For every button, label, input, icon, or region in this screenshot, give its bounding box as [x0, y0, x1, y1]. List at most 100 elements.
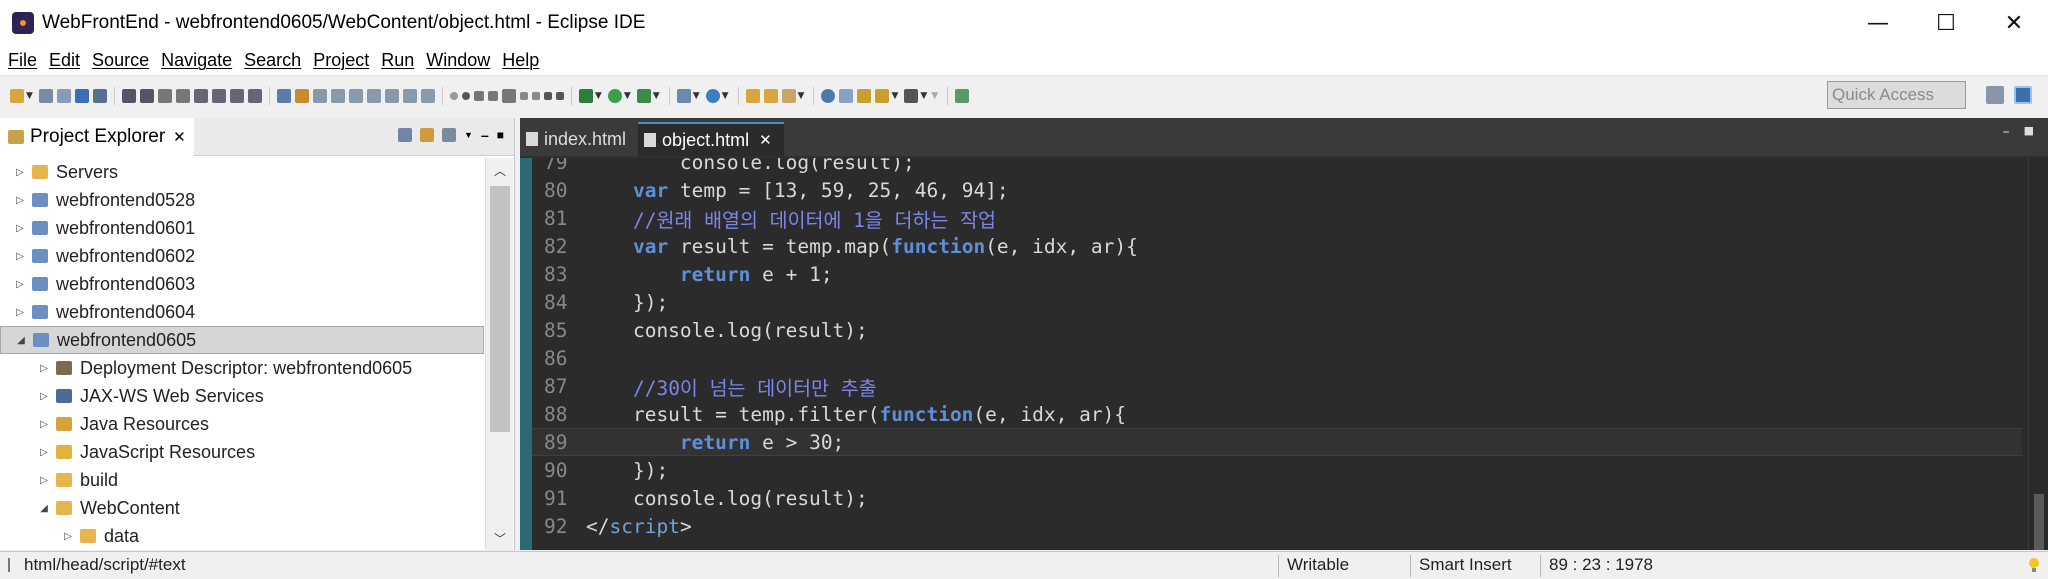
tree-item[interactable]: ▷ Deployment Descriptor: webfrontend0605: [0, 354, 484, 382]
expand-icon[interactable]: ▷: [14, 307, 26, 318]
tree-icon[interactable]: [348, 89, 363, 103]
resume-icon[interactable]: [121, 89, 136, 103]
maximize-view-icon[interactable]: ■: [497, 128, 504, 142]
code-line[interactable]: 84 });: [532, 288, 2022, 316]
tree-item[interactable]: ▷ build: [0, 466, 484, 494]
code-line[interactable]: 83 return e + 1;: [532, 260, 2022, 288]
tree-item[interactable]: ▷ webfrontend0604: [0, 298, 484, 326]
tree-item[interactable]: ▷ Servers: [0, 158, 484, 186]
external-tools-icon[interactable]: [636, 89, 651, 103]
expand-icon[interactable]: ▷: [38, 447, 50, 458]
scroll-down-icon[interactable]: ﹀: [486, 526, 514, 550]
tree-item[interactable]: ▷ webfrontend0603: [0, 270, 484, 298]
forward-dropdown-icon[interactable]: ▼: [920, 91, 927, 101]
new-server-dropdown-icon[interactable]: ▼: [693, 91, 700, 101]
forward-icon[interactable]: [904, 89, 919, 103]
expand-icon[interactable]: ▷: [38, 391, 50, 402]
expand-icon[interactable]: ▷: [14, 195, 26, 206]
expand-icon[interactable]: ▷: [14, 251, 26, 262]
collapse-icon[interactable]: ◢: [38, 503, 50, 514]
code-line[interactable]: 79 console.log(result);: [532, 158, 2022, 176]
outline-icon[interactable]: [276, 89, 291, 103]
code-line[interactable]: 81 //원래 배열의 데이터에 1을 더하는 작업: [532, 204, 2022, 232]
code-line[interactable]: 86: [532, 344, 2022, 372]
disconnect-icon[interactable]: [175, 89, 190, 103]
brush-icon[interactable]: [781, 89, 796, 103]
pin-editor-icon[interactable]: [955, 89, 970, 103]
open-perspective-icon[interactable]: [1986, 86, 2004, 104]
tree-item[interactable]: ▷ data: [0, 522, 484, 550]
skip-breakpoints-icon[interactable]: [92, 89, 107, 103]
new-class-dropdown-icon[interactable]: ▼: [722, 91, 729, 101]
code-line[interactable]: 85 console.log(result);: [532, 316, 2022, 344]
expand-icon[interactable]: ▷: [14, 167, 26, 178]
drop-to-frame-icon[interactable]: [247, 89, 262, 103]
shape-icon[interactable]: [555, 92, 564, 100]
save-icon[interactable]: [38, 89, 53, 103]
scrollbar-thumb[interactable]: [490, 186, 510, 432]
new-dropdown-icon[interactable]: ▼: [26, 91, 33, 101]
javaee-perspective-icon[interactable]: [2014, 86, 2032, 104]
save-all-icon[interactable]: [56, 89, 71, 103]
tree-item[interactable]: ▷ Java Resources: [0, 410, 484, 438]
close-button[interactable]: ✕: [1980, 0, 2048, 46]
menu-project[interactable]: Project: [313, 50, 369, 71]
tab-object-html[interactable]: object.html ✕: [638, 122, 784, 156]
run-dropdown-icon[interactable]: ▼: [624, 91, 631, 101]
link-with-editor-icon[interactable]: [420, 128, 435, 142]
minimize-button[interactable]: —: [1844, 0, 1912, 46]
step-into-icon[interactable]: [193, 89, 208, 103]
close-icon[interactable]: ✕: [759, 131, 772, 149]
tree-icon[interactable]: [402, 89, 417, 103]
new-server-icon[interactable]: [676, 89, 691, 103]
tab-index-html[interactable]: index.html: [520, 122, 638, 156]
back-icon[interactable]: [875, 89, 890, 103]
tree-icon[interactable]: [330, 89, 345, 103]
code-line[interactable]: 80 var temp = [13, 59, 25, 46, 94];: [532, 176, 2022, 204]
search-icon[interactable]: [839, 89, 854, 103]
tree-item[interactable]: ▷ webfrontend0601: [0, 214, 484, 242]
editor-scrollbar[interactable]: [2028, 158, 2048, 550]
shape-icon[interactable]: [473, 91, 484, 101]
tree-icon[interactable]: [366, 89, 381, 103]
dot-icon[interactable]: [449, 92, 458, 100]
scroll-up-icon[interactable]: ︿: [486, 158, 514, 182]
view-menu-icon[interactable]: ▼: [464, 130, 473, 140]
menu-file[interactable]: File: [8, 50, 37, 71]
quick-access-input[interactable]: Quick Access: [1827, 81, 1966, 109]
shape-icon[interactable]: [487, 91, 498, 101]
minimize-editor-icon[interactable]: –: [2003, 124, 2010, 140]
terminal-icon[interactable]: [74, 89, 89, 103]
step-over-icon[interactable]: [211, 89, 226, 103]
tree-icon[interactable]: [420, 89, 435, 103]
code-line[interactable]: 87 //30이 넘는 데이터만 추출: [532, 372, 2022, 400]
tree-item[interactable]: ▷ JAX-WS Web Services: [0, 382, 484, 410]
last-edit-icon[interactable]: [857, 89, 872, 103]
close-icon[interactable]: ✕: [173, 128, 186, 146]
open-task-icon[interactable]: [763, 89, 778, 103]
toggle-mark-icon[interactable]: [294, 89, 309, 103]
focus-icon[interactable]: [442, 128, 457, 142]
code-editor[interactable]: 79 console.log(result); 80 var temp = [13…: [520, 158, 2048, 550]
tree-item[interactable]: ▷ webfrontend0602: [0, 242, 484, 270]
terminate-icon[interactable]: [157, 89, 172, 103]
code-line[interactable]: 89 return e > 30;: [532, 428, 2022, 456]
collapse-all-icon[interactable]: [398, 128, 413, 142]
step-return-icon[interactable]: [229, 89, 244, 103]
menu-window[interactable]: Window: [426, 50, 490, 71]
code-line[interactable]: 90 });: [532, 456, 2022, 484]
code-line[interactable]: 91 console.log(result);: [532, 484, 2022, 512]
code-line[interactable]: 88 result = temp.filter(function(e, idx,…: [532, 400, 2022, 428]
lightbulb-icon[interactable]: [2026, 556, 2042, 574]
run-icon[interactable]: [607, 89, 622, 103]
shape-icon[interactable]: [531, 92, 540, 100]
menu-navigate[interactable]: Navigate: [161, 50, 232, 71]
menu-edit[interactable]: Edit: [49, 50, 80, 71]
new-icon[interactable]: [10, 89, 24, 103]
menu-source[interactable]: Source: [92, 50, 149, 71]
expand-icon[interactable]: ▷: [38, 419, 50, 430]
open-type-icon[interactable]: [745, 89, 760, 103]
expand-icon[interactable]: ▷: [38, 363, 50, 374]
shape-icon[interactable]: [501, 89, 516, 103]
tree-item[interactable]: ▷ JavaScript Resources: [0, 438, 484, 466]
